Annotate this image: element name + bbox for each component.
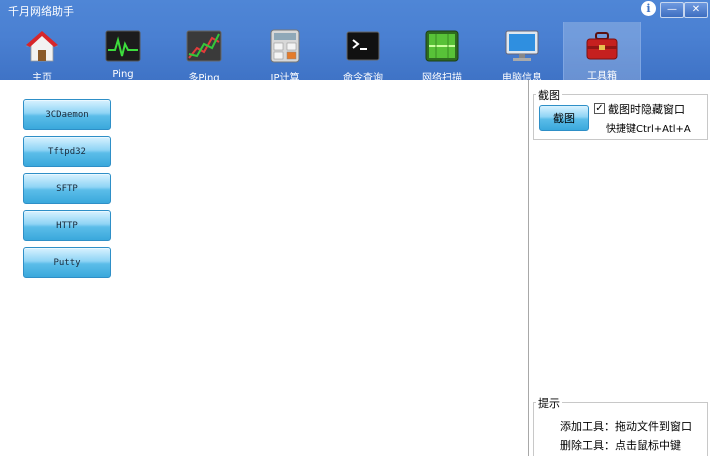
nav-item-ping[interactable]: Ping	[85, 24, 161, 80]
hotkey-text: 快捷键Ctrl+Atl+A	[606, 124, 691, 135]
nav-item-computer-info[interactable]: 电脑信息	[484, 24, 560, 84]
nav-label: 命令查询	[343, 73, 383, 84]
screenshot-group-label: 截图	[536, 87, 562, 103]
nav-label: 主页	[32, 73, 52, 84]
tool-button-putty[interactable]: Putty	[23, 247, 111, 278]
nav-label: 网络扫描	[422, 73, 462, 84]
tool-button-tftpd32[interactable]: Tftpd32	[23, 136, 111, 167]
nav-item-toolbox[interactable]: 工具箱	[563, 22, 641, 82]
nav-item-command[interactable]: 命令查询	[325, 24, 401, 84]
window-title: 千月网络助手	[8, 5, 74, 18]
nav-label: 工具箱	[587, 71, 617, 82]
hide-window-checkbox[interactable]: ✓	[594, 103, 605, 114]
multi-ping-chart-icon	[186, 30, 222, 62]
nav-label: 多Ping	[188, 73, 220, 84]
tip-add-tool: 添加工具：拖动文件到窗口	[560, 420, 692, 433]
hide-window-label: 截图时隐藏窗口	[608, 103, 685, 116]
capture-button[interactable]: 截图	[539, 105, 589, 131]
tool-button-sftp[interactable]: SFTP	[23, 173, 111, 204]
info-button[interactable]: i	[641, 1, 656, 16]
nav-item-network-scan[interactable]: 网络扫描	[404, 24, 480, 84]
close-button[interactable]: ✕	[684, 2, 708, 18]
tool-button-3cdaemon[interactable]: 3CDaemon	[23, 99, 111, 130]
toolbox-icon	[586, 32, 618, 60]
tips-group-label: 提示	[536, 395, 562, 411]
nav-label: IP计算	[270, 73, 300, 84]
title-bar: 千月网络助手 i — ✕ 主页 Ping 多Ping IP计算 命令查询 网络扫…	[0, 0, 710, 84]
network-scan-icon	[425, 30, 459, 62]
tip-remove-tool: 删除工具：点击鼠标中键	[560, 439, 681, 452]
nav-label: 电脑信息	[502, 73, 542, 84]
main-nav: 主页 Ping 多Ping IP计算 命令查询 网络扫描 电脑信息 工具箱	[0, 20, 710, 84]
calculator-icon	[270, 29, 300, 63]
computer-monitor-icon	[505, 30, 539, 61]
minimize-button[interactable]: —	[660, 2, 684, 18]
nav-label: Ping	[112, 69, 134, 80]
nav-item-home[interactable]: 主页	[4, 24, 80, 84]
terminal-icon	[346, 31, 380, 61]
nav-item-multi-ping[interactable]: 多Ping	[166, 24, 242, 84]
ping-monitor-icon	[105, 30, 141, 62]
home-icon	[25, 31, 59, 62]
panel-divider	[528, 80, 529, 456]
nav-item-ip-calc[interactable]: IP计算	[247, 24, 323, 84]
tool-button-http[interactable]: HTTP	[23, 210, 111, 241]
